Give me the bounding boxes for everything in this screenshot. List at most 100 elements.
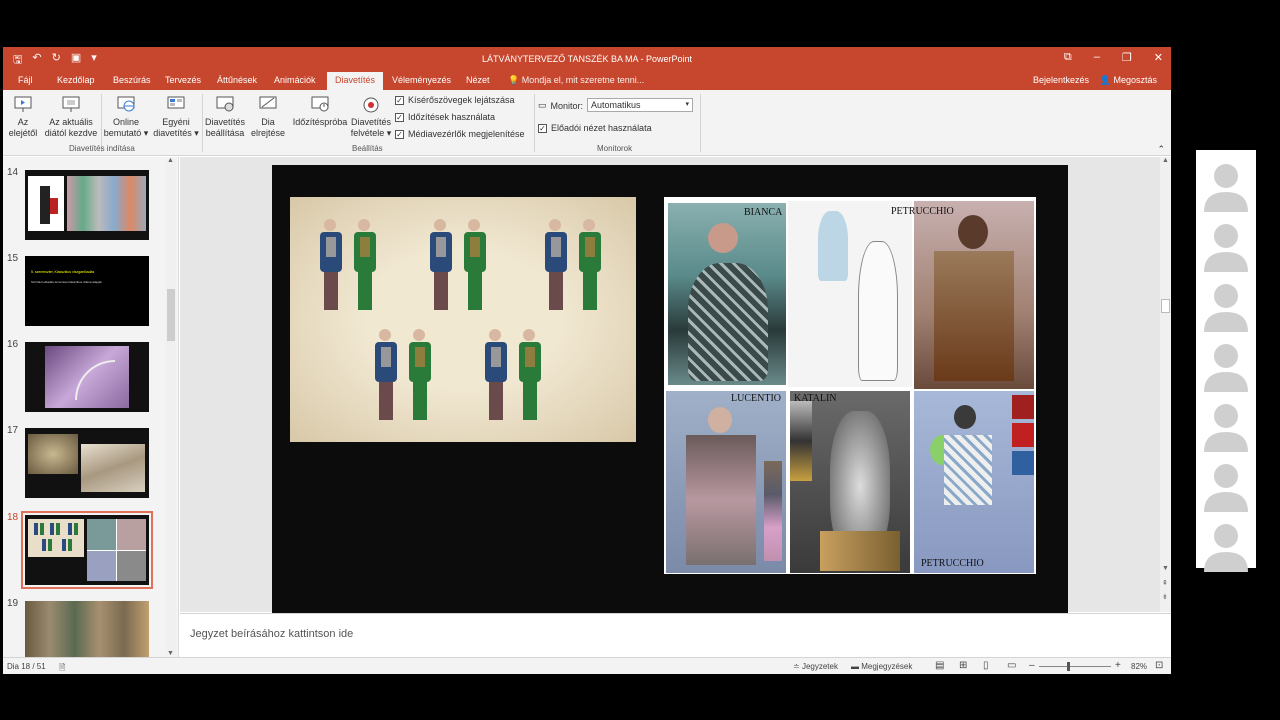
tab-file[interactable]: Fájl — [18, 75, 33, 85]
zoom-slider-thumb[interactable] — [1067, 662, 1070, 671]
spellcheck-icon[interactable]: 🗎 — [59, 662, 65, 674]
rehearse-timings-button[interactable]: Időzítéspróba — [290, 94, 350, 128]
reading-view-icon[interactable]: ▯ — [983, 660, 989, 671]
zoom-in-icon[interactable]: + — [1115, 660, 1121, 671]
window-title: LÁTVÁNYTERVEZŐ TANSZÉK BA MA - PowerPoin… — [481, 54, 693, 64]
from-beginning-button[interactable]: Az elejétől — [7, 94, 39, 139]
ribbon-separator — [700, 94, 701, 152]
media-controls-checkbox[interactable]: ✓ Médiavezérlők megjelenítése — [395, 129, 525, 139]
thumbnail-scrollbar[interactable]: ▲ ▼ — [166, 157, 176, 657]
zoom-slider[interactable] — [1039, 662, 1111, 671]
from-current-button[interactable]: Az aktuális diától kezdve — [43, 94, 99, 139]
person-icon: 👤 — [1099, 75, 1111, 85]
slide-thumbnail-18[interactable] — [21, 511, 153, 589]
next-slide-icon[interactable]: ⇟ — [1162, 593, 1168, 601]
notes-icon: ≐ — [793, 662, 800, 671]
close-button[interactable]: ✕ — [1154, 51, 1163, 64]
tab-animations[interactable]: Animációk — [274, 75, 316, 85]
slideshow-start-icon — [14, 96, 32, 112]
thumbnail-image — [28, 434, 78, 474]
figure-detail — [326, 237, 336, 257]
scroll-down-icon[interactable]: ▼ — [167, 650, 174, 657]
scroll-up-icon[interactable]: ▲ — [1162, 157, 1169, 164]
slide-scrollbar[interactable]: ▲ ▼ ⇞ ⇟ — [1160, 157, 1171, 612]
thumbnail-image — [28, 176, 64, 231]
stopwatch-icon — [311, 96, 329, 112]
figure-head — [549, 219, 561, 231]
slide-counter: Dia 18 / 51 — [7, 662, 46, 671]
ribbon-separator — [534, 94, 535, 152]
monitor-select-value: Automatikus — [591, 100, 641, 110]
monitor-select[interactable]: Automatikus ▾ — [587, 98, 693, 112]
scroll-down-icon[interactable]: ▼ — [1162, 565, 1169, 572]
scrollbar-thumb[interactable] — [1161, 299, 1170, 313]
minimize-button[interactable]: – — [1094, 51, 1100, 64]
signin-link[interactable]: Bejelentkezés — [1033, 75, 1089, 85]
presenter-view-label: Előadói nézet használata — [551, 123, 652, 133]
scroll-up-icon[interactable]: ▲ — [167, 157, 174, 164]
record-icon — [363, 97, 379, 113]
slide-sorter-icon[interactable]: ⊞ — [959, 660, 967, 671]
narrations-checkbox[interactable]: ✓ Kísérőszövegek lejátszása — [395, 95, 515, 105]
previous-slide-icon[interactable]: ⇞ — [1162, 579, 1168, 587]
notes-toggle-button[interactable]: ≐ Jegyzetek — [793, 662, 838, 671]
tab-view[interactable]: Nézet — [466, 75, 490, 85]
scrollbar-thumb[interactable] — [167, 289, 175, 341]
share-button[interactable]: 👤 Megosztás — [1100, 75, 1157, 86]
setup-slideshow-button[interactable]: Diavetítés beállítása — [203, 94, 247, 139]
costume-collage: BIANCA PETRUCCHIO LUCENTIO KATALIN PETRU… — [664, 197, 1036, 574]
online-presentation-button[interactable]: Online bemutató ▾ — [102, 94, 150, 139]
participant-avatar-icon — [1198, 334, 1254, 392]
monitor-label-text: Monitor: — [550, 100, 584, 111]
participant-avatar-icon — [1198, 394, 1254, 452]
slide-number: 16 — [7, 339, 19, 350]
katalin-costume-image — [790, 391, 910, 573]
tab-design[interactable]: Tervezés — [165, 75, 201, 85]
figure-legs — [523, 382, 537, 420]
zoom-out-icon[interactable]: – — [1029, 660, 1035, 671]
collapse-ribbon-icon[interactable]: ⌃ — [1157, 144, 1165, 155]
window-controls: ⧉ – ❐ ✕ — [1064, 51, 1163, 64]
custom-slideshow-button[interactable]: Egyéni diavetítés ▾ — [151, 94, 201, 139]
slide-thumbnail-19[interactable] — [25, 601, 149, 657]
tab-review[interactable]: Véleményezés — [392, 75, 451, 85]
slide-thumbnail-14[interactable] — [25, 170, 149, 240]
record-slideshow-button[interactable]: Diavetítés felvétele ▾ — [349, 94, 393, 139]
bianca-costume-image — [668, 203, 786, 385]
figure-detail — [381, 347, 391, 367]
maximize-button[interactable]: ❐ — [1122, 51, 1132, 64]
media-controls-label: Médiavezérlők megjelenítése — [408, 129, 525, 139]
presenter-view-checkbox[interactable]: ✓ Előadói nézet használata — [538, 123, 652, 133]
slide-thumbnail-17[interactable] — [25, 428, 149, 498]
normal-view-icon[interactable]: ▤ — [935, 660, 944, 671]
tell-me-text: Mondja el, mit szeretne tenni... — [521, 75, 645, 85]
bianca-label: BIANCA — [744, 207, 783, 218]
ribbon-display-icon[interactable]: ⧉ — [1064, 51, 1072, 64]
tab-transitions[interactable]: Áttűnések — [217, 75, 257, 85]
notes-toggle-label: Jegyzetek — [801, 662, 838, 671]
petrucchio-top-label: PETRUCCHIO — [891, 206, 954, 217]
participants-panel — [1196, 150, 1256, 572]
timings-checkbox[interactable]: ✓ Időzítések használata — [395, 112, 495, 122]
online-label-2: bemutató ▾ — [103, 128, 149, 138]
tab-insert[interactable]: Beszúrás — [113, 75, 151, 85]
title-bar: 🖫 ↶ ↻ ▣ ▾ LÁTVÁNYTERVEZŐ TANSZÉK BA MA -… — [3, 47, 1171, 71]
hide-slide-button[interactable]: Dia elrejtése — [250, 94, 286, 139]
participant-avatar-icon — [1198, 154, 1254, 212]
zoom-level[interactable]: 82% — [1131, 662, 1147, 671]
tab-slideshow[interactable]: Diavetítés — [327, 72, 384, 90]
slide-thumbnail-15[interactable]: 5. szemeszter, Klasszikus viszgaelőadás … — [25, 256, 149, 326]
comments-toggle-button[interactable]: ▬ Megjegyzések — [851, 662, 912, 671]
notes-pane[interactable]: Jegyzet beírásához kattintson ide — [180, 613, 1171, 657]
bianca-sketch-image — [788, 201, 912, 387]
slide-thumbnail-16[interactable] — [25, 342, 149, 412]
record-label-2: felvétele ▾ — [350, 128, 392, 138]
tell-me-search[interactable]: 💡 Mondja el, mit szeretne tenni... — [508, 75, 644, 86]
figure-detail — [360, 237, 370, 257]
participant-avatar-icon — [1198, 214, 1254, 272]
slideshow-view-icon[interactable]: ▭ — [1007, 660, 1016, 671]
tab-home[interactable]: Kezdőlap — [57, 75, 95, 85]
fit-slide-icon[interactable]: ⊡ — [1155, 660, 1163, 671]
thumbnail-image — [67, 176, 146, 231]
current-slide[interactable]: BIANCA PETRUCCHIO LUCENTIO KATALIN PETRU… — [272, 165, 1068, 613]
